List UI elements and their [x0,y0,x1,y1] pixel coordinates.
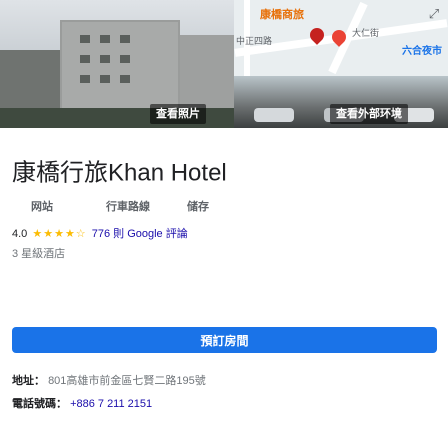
window-shape [100,75,110,83]
see-outside-button[interactable]: 查看外部环境 [330,104,408,124]
window-shape [120,55,130,63]
map-label-hotel: 康橋商旅 [260,9,304,21]
window-shape [80,35,90,43]
address-key: 地址： [12,375,45,387]
window-shape [80,55,90,63]
window-shape [120,75,130,83]
hero-images: 康橋商旅 中正四路 大仁街 六合夜市 ⤢ 查看照片 查看外部环境 [0,0,448,128]
phone-value[interactable]: +886 7 211 2151 [70,398,152,410]
window-shape [120,35,130,43]
rating-stars-icon: ★★★★☆ [32,228,87,240]
window-shape [100,35,110,43]
map-thumbnail[interactable]: 康橋商旅 中正四路 大仁街 六合夜市 ⤢ [234,0,448,76]
address-value[interactable]: 801高雄市前金區七賢二路195號 [48,375,206,387]
see-photos-button[interactable]: 查看照片 [150,104,206,124]
rating-row: 4.0 ★★★★☆ 776 則 Google 評論 [12,225,188,241]
map-label-road: 中正四路 [236,36,273,46]
expand-icon[interactable]: ⤢ [426,6,442,22]
website-button[interactable]: 网站 [12,200,72,228]
map-label-street: 大仁街 [352,28,380,38]
save-button[interactable]: 储存 [168,200,228,228]
phone-key: 電話號碼： [12,398,67,410]
directions-button[interactable]: 行車路線 [98,200,158,228]
hotel-class: 3 星級酒店 [12,248,66,260]
book-room-button[interactable]: 預訂房間 [12,327,437,353]
website-label: 网站 [31,201,53,213]
car-shape [254,108,294,122]
window-shape [80,75,90,83]
phone-row: 電話號碼： +886 7 211 2151 [12,395,152,411]
window-shape [100,55,110,63]
reviews-link[interactable]: 776 則 Google 評論 [92,228,188,240]
map-label-market: 六合夜市 [402,46,442,57]
rating-score: 4.0 [12,228,28,240]
hotel-title: 康橋行旅Khan Hotel [12,159,227,187]
save-label: 储存 [187,201,209,213]
directions-label: 行車路線 [106,201,150,213]
address-row: 地址： 801高雄市前金區七賢二路195號 [12,372,206,388]
